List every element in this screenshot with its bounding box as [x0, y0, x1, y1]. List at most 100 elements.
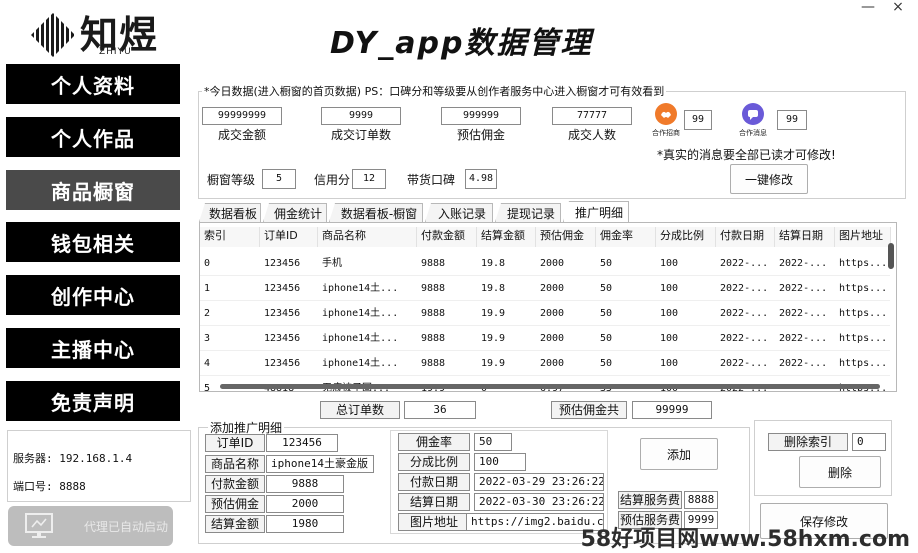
tab-data-board-showcase[interactable]: 数据看板-橱窗	[329, 203, 423, 222]
minimize-icon[interactable]: —	[858, 0, 878, 14]
reputation-field[interactable]: 4.98	[465, 169, 497, 189]
nav-wallet[interactable]: 钱包相关	[6, 222, 180, 262]
proxy-status-button[interactable]: 代理已自动启动	[8, 506, 173, 546]
col-image-url[interactable]: 图片地址	[835, 227, 891, 247]
col-index[interactable]: 索引	[200, 227, 260, 247]
nav-anchor[interactable]: 主播中心	[6, 328, 180, 368]
table-cell: https...	[839, 333, 888, 344]
settle-amount-input[interactable]: 1980	[266, 515, 344, 533]
server-address: 服务器: 192.168.1.4	[13, 452, 133, 465]
credit-score-field[interactable]: 12	[352, 169, 386, 189]
total-orders-label: 总订单数	[320, 401, 400, 419]
settle-date-input[interactable]: 2022-03-30 23:26:22	[474, 493, 604, 511]
table-cell: 123456	[264, 283, 301, 294]
col-settle-date[interactable]: 结算日期	[775, 227, 835, 247]
table-cell: 50	[600, 258, 613, 269]
table-row[interactable]: 1 123456 iphone14土... 9888 19.8 2000 50 100 2022…	[200, 276, 890, 301]
credit-score-label: 信用分	[314, 173, 351, 187]
message-icon[interactable]	[742, 103, 764, 125]
table-cell: 4	[204, 358, 211, 369]
table-cell: 50	[600, 283, 613, 294]
table-cell: 100	[660, 258, 679, 269]
table-cell: 2000	[540, 333, 565, 344]
total-commission-field[interactable]: 99999	[632, 401, 712, 419]
pay-date-input[interactable]: 2022-03-29 23:26:22	[474, 473, 604, 491]
col-est-commission[interactable]: 预估佣金	[536, 227, 596, 247]
table-cell: 100	[660, 308, 679, 319]
deal-people-field[interactable]: 77777	[552, 107, 632, 125]
delete-index-input[interactable]: 0	[852, 433, 886, 451]
logo-diamond-icon	[31, 13, 75, 57]
settle-fee-input[interactable]: 8888	[684, 491, 718, 509]
table-hscroll-thumb[interactable]	[220, 384, 880, 389]
product-name-label: 商品名称	[205, 455, 265, 473]
merchant-count-field[interactable]: 99	[684, 110, 712, 130]
showcase-level-field[interactable]: 5	[262, 169, 296, 189]
table-cell: 2022-...	[779, 308, 828, 319]
col-product[interactable]: 商品名称	[318, 227, 417, 247]
deal-amount-field[interactable]: 99999999	[202, 107, 282, 125]
table-cell: 2000	[540, 258, 565, 269]
table-cell: 2022-...	[720, 258, 769, 269]
merchant-icon[interactable]	[655, 103, 677, 125]
table-cell: 19.9	[481, 333, 506, 344]
table-cell: https...	[839, 308, 888, 319]
message-note: *真实的消息要全部已读才可修改!	[657, 148, 836, 162]
nav-profile[interactable]: 个人资料	[6, 64, 180, 104]
table-cell: 50	[600, 333, 613, 344]
share-ratio-label: 分成比例	[398, 453, 470, 471]
table-row[interactable]: 4 123456 iphone14土... 9888 19.9 2000 50 100 2022…	[200, 351, 890, 376]
table-cell: 2022-...	[779, 358, 828, 369]
product-name-input[interactable]: iphone14土豪金版	[266, 455, 374, 473]
order-id-input[interactable]: 123456	[266, 434, 338, 452]
tab-data-board[interactable]: 数据看板	[199, 203, 261, 222]
table-row[interactable]: 0 123456 手机 9888 19.8 2000 50 100 2022-... 2022-.…	[200, 251, 890, 276]
share-ratio-input[interactable]: 100	[474, 453, 526, 471]
col-order-id[interactable]: 订单ID	[260, 227, 318, 247]
add-button[interactable]: 添加	[640, 438, 718, 470]
nav-disclaimer[interactable]: 免责声明	[6, 381, 180, 421]
table-cell: https...	[839, 258, 888, 269]
table-cell: 2022-...	[779, 258, 828, 269]
nav-showcase[interactable]: 商品橱窗	[6, 170, 180, 210]
col-pay-date[interactable]: 付款日期	[716, 227, 775, 247]
table-cell: 0	[204, 258, 211, 269]
tab-commission-stats[interactable]: 佣金统计	[263, 203, 327, 222]
total-orders-field[interactable]: 36	[404, 401, 476, 419]
table-row[interactable]: 3 123456 iphone14土... 9888 19.9 2000 50 100 2022…	[200, 326, 890, 351]
table-cell: 19.9	[481, 308, 506, 319]
est-commission-input[interactable]: 2000	[266, 495, 344, 513]
table-cell: 3	[204, 333, 211, 344]
col-pay-amount[interactable]: 付款金额	[417, 227, 477, 247]
tab-promotion-details[interactable]: 推广明细	[563, 201, 629, 222]
message-count-field[interactable]: 99	[777, 110, 807, 130]
table-cell: 100	[660, 333, 679, 344]
est-commission-field[interactable]: 999999	[441, 107, 521, 125]
deal-orders-label: 成交订单数	[330, 128, 391, 142]
table-cell: 1	[204, 283, 211, 294]
one-click-modify-button[interactable]: 一键修改	[730, 164, 808, 194]
promotion-details-table[interactable]: 索引 订单ID 商品名称 付款金额 结算金额 预估佣金 佣金率 分成比例 付款日…	[199, 222, 897, 392]
table-row[interactable]: 2 123456 iphone14土... 9888 19.9 2000 50 100 2022…	[200, 301, 890, 326]
close-icon[interactable]: ×	[888, 0, 908, 14]
table-vscroll-thumb[interactable]	[888, 243, 894, 269]
table-cell: 123456	[264, 358, 301, 369]
col-commission-rate[interactable]: 佣金率	[596, 227, 656, 247]
pay-amount-input[interactable]: 9888	[266, 475, 344, 493]
delete-button[interactable]: 删除	[799, 456, 881, 488]
deal-orders-field[interactable]: 9999	[321, 107, 401, 125]
tab-income-records[interactable]: 入账记录	[425, 203, 493, 222]
col-share-ratio[interactable]: 分成比例	[656, 227, 716, 247]
nav-works[interactable]: 个人作品	[6, 117, 180, 157]
table-cell: 50	[600, 358, 613, 369]
nav-creator[interactable]: 创作中心	[6, 275, 180, 315]
message-label: 合作消息	[739, 129, 767, 137]
commission-rate-input[interactable]: 50	[474, 433, 512, 451]
table-cell: 2022-...	[779, 333, 828, 344]
col-settle-amount[interactable]: 结算金额	[477, 227, 536, 247]
table-cell: 2022-...	[720, 333, 769, 344]
table-cell: 2000	[540, 283, 565, 294]
tab-withdraw-records[interactable]: 提现记录	[495, 203, 561, 222]
table-cell: 手机	[322, 258, 342, 269]
table-cell: iphone14土...	[322, 283, 399, 294]
